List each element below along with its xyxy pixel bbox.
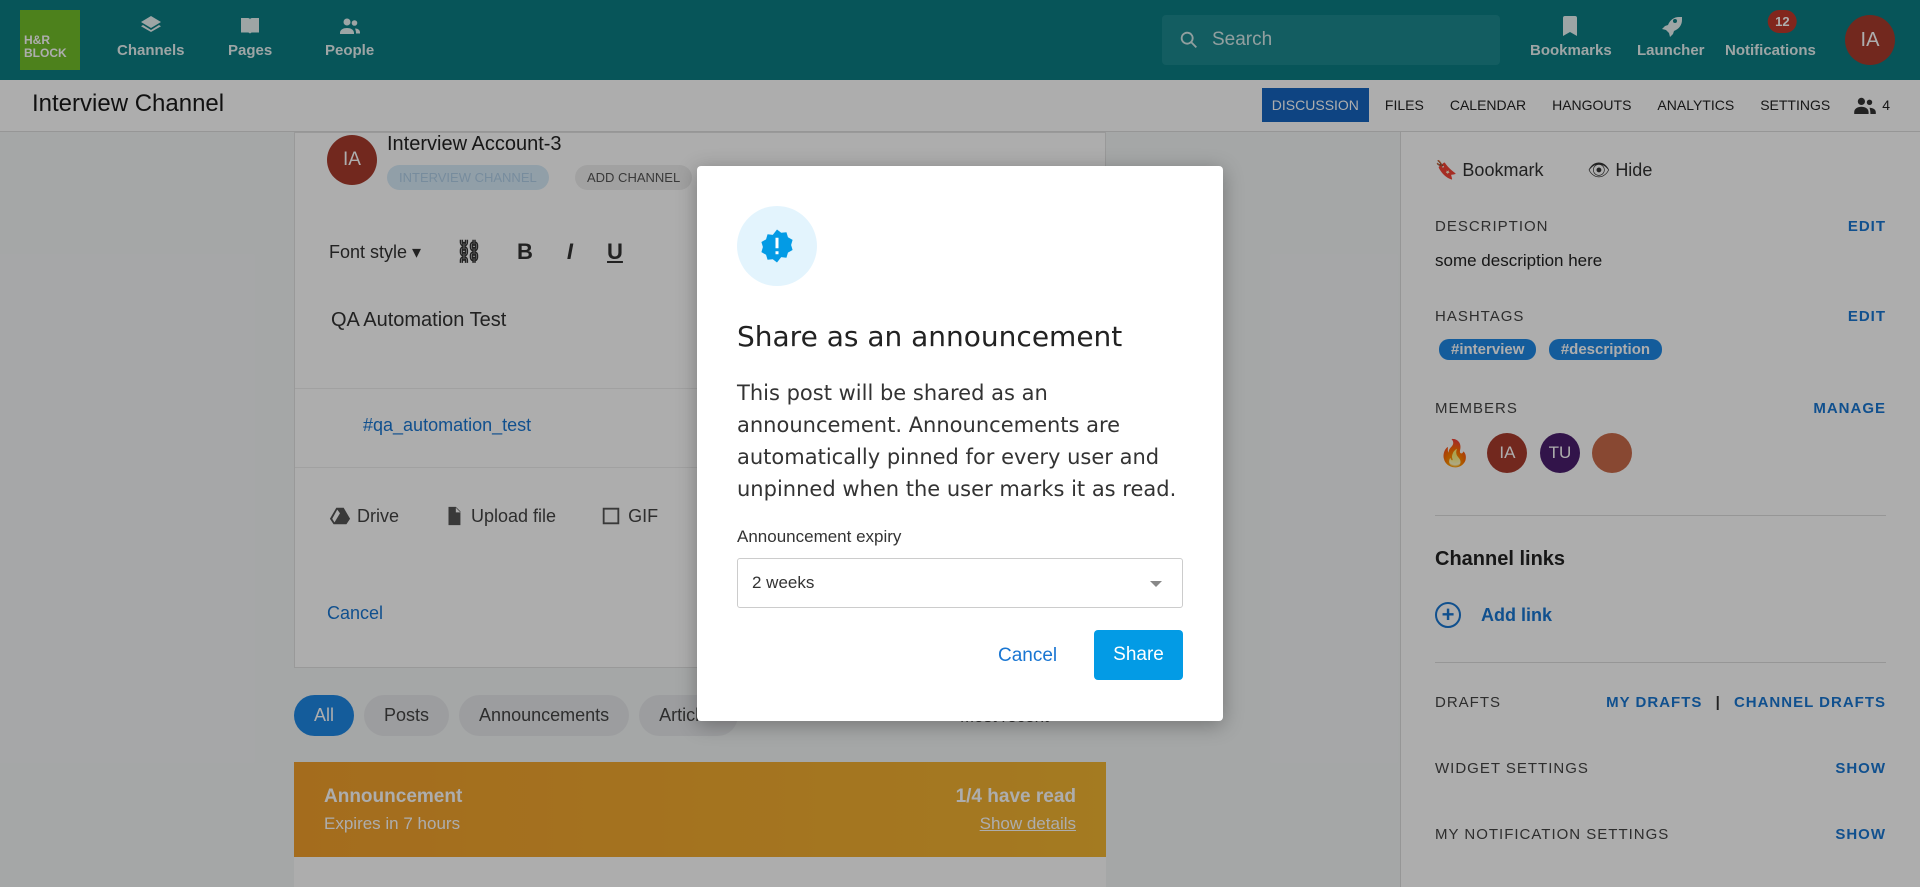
dialog-description: This post will be shared as an announcem… [737,381,1177,501]
alert-badge-icon [737,206,817,286]
expiry-value: 2 weeks [752,573,815,592]
expiry-label: Announcement expiry [737,527,902,546]
share-button[interactable]: Share [1094,630,1183,680]
chevron-down-icon [1150,581,1162,587]
alert-icon [761,229,793,263]
expiry-select[interactable]: 2 weeks [737,558,1183,608]
share-announcement-dialog: Share as an announcement This post will … [697,166,1223,721]
dialog-title: Share as an announcement [737,320,1123,353]
cancel-button[interactable]: Cancel [998,645,1057,667]
